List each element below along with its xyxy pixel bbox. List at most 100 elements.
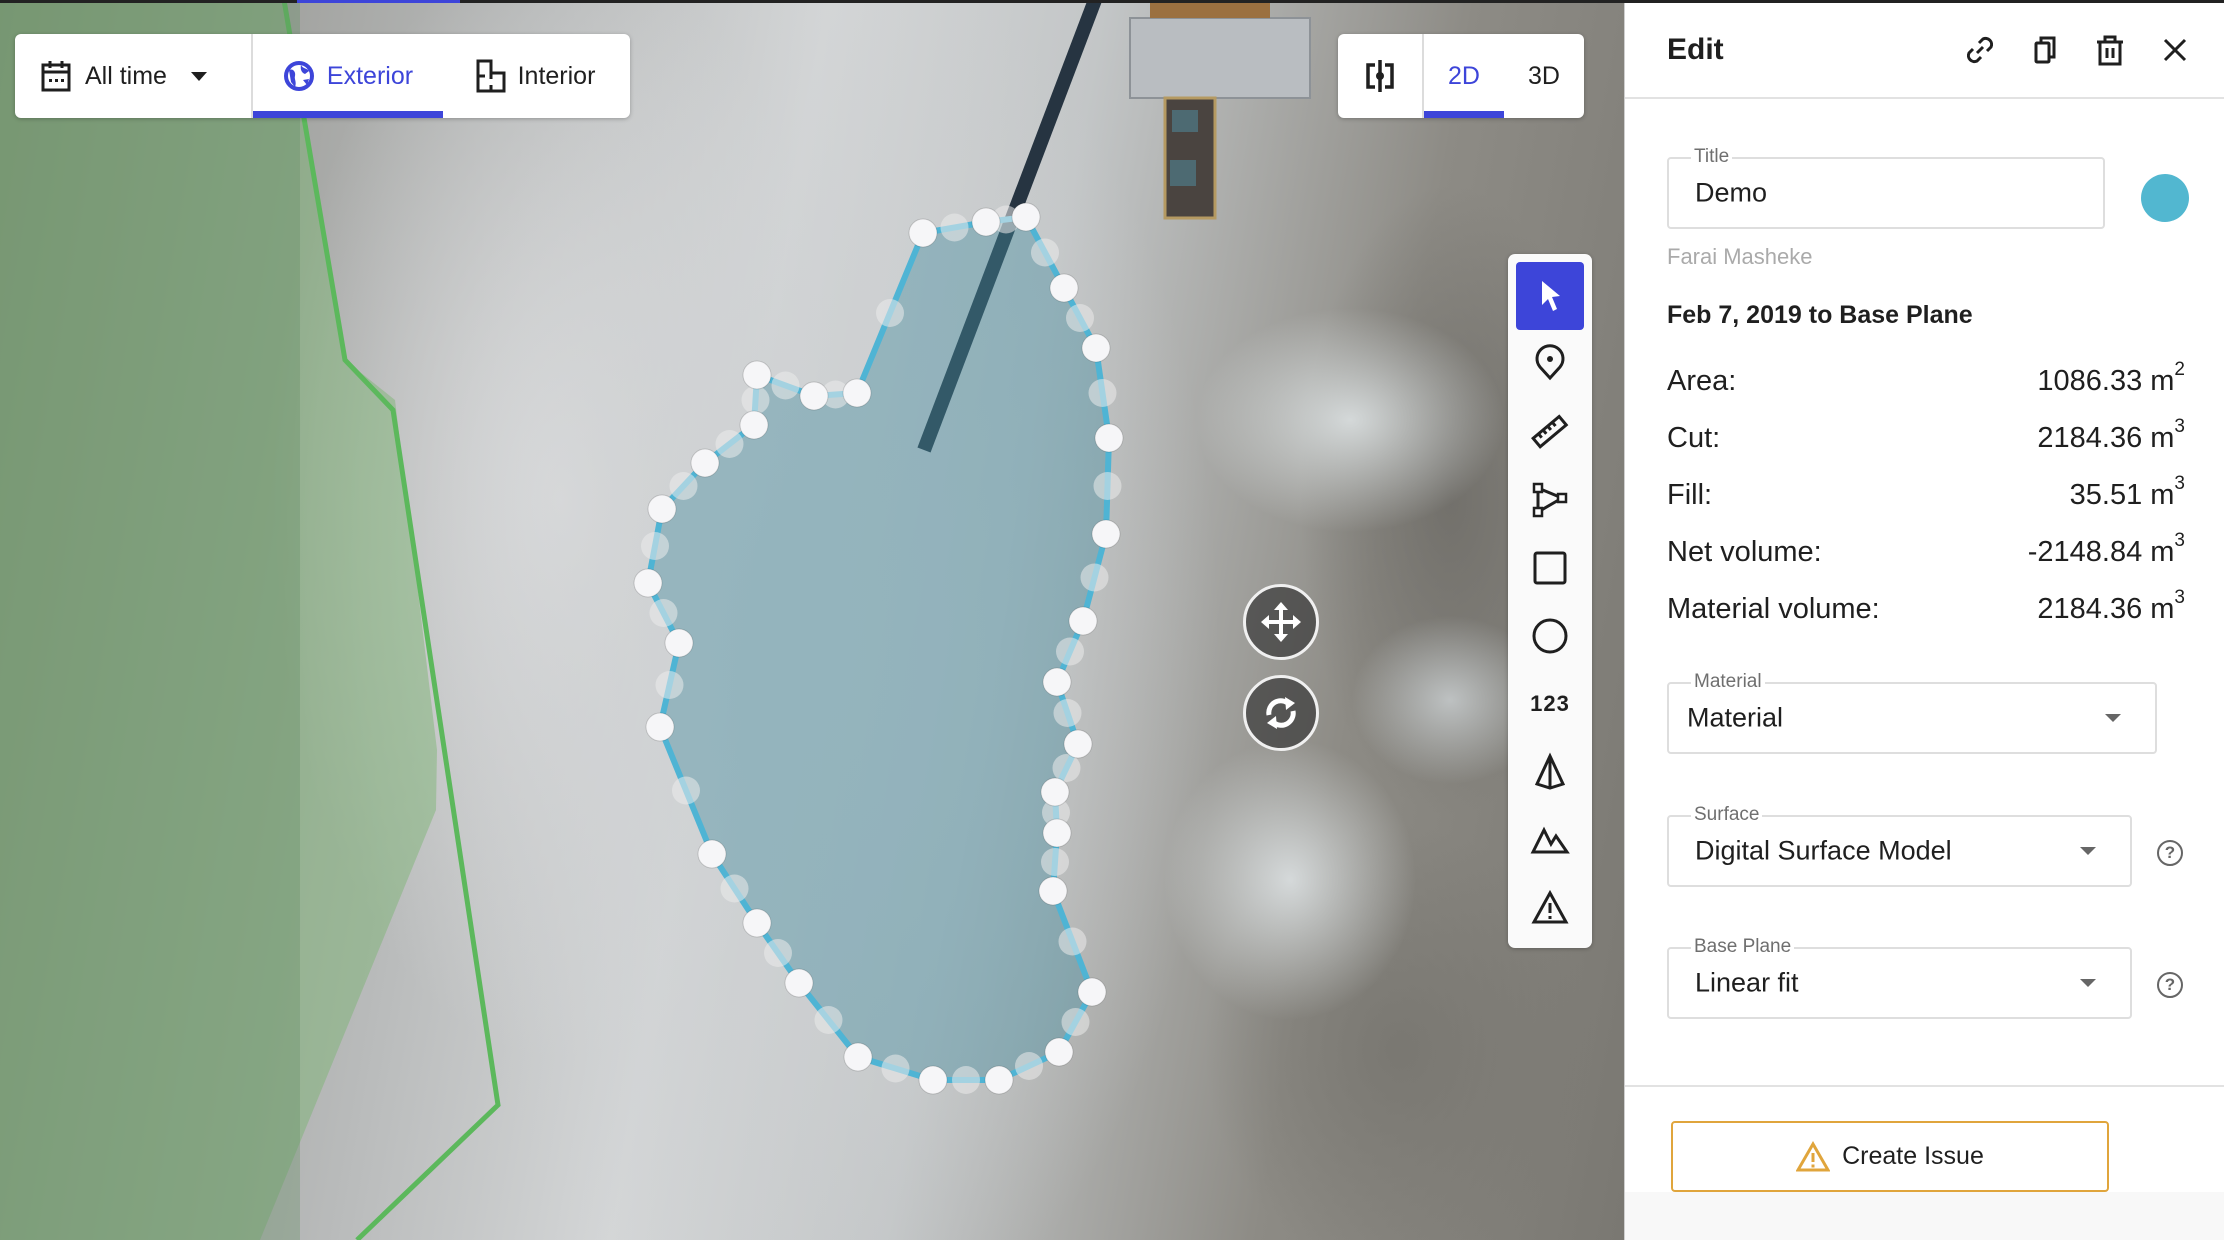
polygon-vertex-handle[interactable] (1042, 667, 1072, 697)
compare-split-button[interactable] (1338, 34, 1422, 118)
polygon-midpoint-handle[interactable] (1056, 637, 1084, 666)
surface-select[interactable]: Surface Digital Surface Model (1667, 804, 2132, 887)
polygon-midpoint-handle[interactable] (1058, 927, 1087, 956)
polygon-midpoint-handle[interactable] (771, 371, 800, 400)
polygon-vertex-handle[interactable] (697, 839, 727, 869)
tool-select[interactable] (1516, 262, 1584, 330)
color-picker[interactable] (2141, 174, 2189, 222)
surface-select-value: Digital Surface Model (1695, 835, 1952, 866)
polygon-midpoint-handle[interactable] (672, 776, 700, 805)
tool-count[interactable]: 123 (1516, 670, 1584, 738)
move-handle[interactable] (1243, 584, 1319, 660)
polygon-vertex-handle[interactable] (908, 218, 938, 248)
tool-elevation-profile[interactable] (1516, 806, 1584, 874)
tool-measure[interactable] (1516, 398, 1584, 466)
polygon-midpoint-handle[interactable] (1088, 379, 1117, 407)
polygon-midpoint-handle[interactable] (1080, 563, 1109, 592)
polygon-midpoint-handle[interactable] (1093, 472, 1122, 500)
polygon-midpoint-handle[interactable] (1061, 1008, 1090, 1036)
material-select[interactable]: Material Material (1667, 671, 2157, 754)
tool-issue[interactable] (1516, 874, 1584, 942)
polygon-midpoint-handle[interactable] (669, 472, 698, 500)
polygon-vertex-handle[interactable] (633, 568, 663, 598)
polygon-vertex-handle[interactable] (645, 712, 675, 742)
polygon-vertex-handle[interactable] (742, 908, 772, 938)
tool-marker[interactable] (1516, 330, 1584, 398)
polygon-midpoint-handle[interactable] (876, 299, 904, 327)
tab-interior-label: Interior (517, 61, 596, 90)
polygon-vertex-handle[interactable] (742, 360, 772, 390)
polygon-midpoint-handle[interactable] (715, 430, 744, 458)
footer-background (1625, 1192, 2224, 1240)
tool-polyline[interactable] (1516, 466, 1584, 534)
polygon-vertex-handle[interactable] (1038, 876, 1068, 906)
polygon-midpoint-handle[interactable] (741, 386, 770, 414)
polygon-midpoint-handle[interactable] (814, 1006, 843, 1034)
polygon-midpoint-handle[interactable] (655, 671, 684, 699)
base-plane-select[interactable]: Base Plane Linear fit (1667, 936, 2132, 1019)
edit-panel: Edit Title Demo Farai Masheke Feb 7, 201… (1624, 3, 2224, 1240)
selected-measurement-polygon[interactable] (633, 202, 1124, 1095)
time-filter-dropdown[interactable]: All time (15, 34, 251, 118)
duplicate-button[interactable] (2026, 31, 2064, 69)
polygon-vertex-handle[interactable] (1042, 818, 1072, 848)
polygon-vertex-handle[interactable] (1011, 202, 1041, 232)
polygon-midpoint-handle[interactable] (1041, 848, 1069, 876)
polygon-vertex-handle[interactable] (1068, 606, 1098, 636)
polygon-vertex-handle[interactable] (1049, 273, 1079, 303)
polygon-vertex-handle[interactable] (1044, 1037, 1074, 1067)
polygon-vertex-handle[interactable] (1094, 423, 1124, 453)
polygon-vertex-handle[interactable] (664, 628, 694, 658)
polygon-midpoint-handle[interactable] (1066, 304, 1094, 332)
map-viewport[interactable] (0, 0, 1624, 1240)
floorplan-icon (476, 59, 506, 93)
surface-help-icon[interactable]: ? (2157, 840, 2183, 866)
polygon-midpoint-handle[interactable] (1031, 238, 1059, 267)
polygon-vertex-handle[interactable] (984, 1065, 1014, 1095)
delete-button[interactable] (2091, 31, 2129, 69)
polygon-vertex-handle[interactable] (842, 378, 872, 408)
polygon-vertex-handle[interactable] (647, 494, 677, 524)
tab-interior[interactable]: Interior (443, 34, 628, 118)
copy-link-button[interactable] (1961, 31, 1999, 69)
base-plane-help-icon[interactable]: ? (2157, 972, 2183, 998)
globe-icon (283, 61, 314, 91)
polygon-vertex-handle[interactable] (739, 410, 769, 440)
polygon-vertex-handle[interactable] (1081, 333, 1111, 363)
polygon-vertex-handle[interactable] (971, 207, 1001, 237)
location-pin-icon (1535, 344, 1565, 381)
polygon-midpoint-handle[interactable] (649, 599, 678, 627)
tab-2d-label: 2D (1448, 61, 1480, 90)
title-field[interactable]: Title Demo (1667, 146, 2105, 229)
stat-value: 1086.33 m2 (2037, 359, 2185, 397)
polygon-midpoint-handle[interactable] (881, 1054, 910, 1083)
tool-circle[interactable] (1516, 602, 1584, 670)
tab-2d[interactable]: 2D (1424, 34, 1504, 118)
polygon-vertex-handle[interactable] (1091, 519, 1121, 549)
polygon-midpoint-handle[interactable] (952, 1066, 980, 1094)
polygon-vertex-handle[interactable] (690, 448, 720, 478)
close-button[interactable] (2156, 31, 2194, 69)
polygon-vertex-handle[interactable] (784, 968, 814, 998)
tool-volume[interactable] (1516, 738, 1584, 806)
polygon-midpoint-handle[interactable] (764, 939, 792, 967)
polygon-vertex-handle[interactable] (1063, 729, 1093, 759)
create-issue-button[interactable]: Create Issue (1671, 1121, 2109, 1192)
polygon-vertex-handle[interactable] (1077, 977, 1107, 1007)
polygon-vertex-handle[interactable] (918, 1065, 948, 1095)
tab-exterior[interactable]: Exterior (253, 34, 443, 118)
warning-icon (1531, 889, 1569, 924)
polygon-shape[interactable] (644, 213, 1113, 1083)
tab-3d[interactable]: 3D (1504, 34, 1584, 118)
polygon-midpoint-handle[interactable] (641, 532, 669, 560)
polygon-midpoint-handle[interactable] (940, 213, 969, 242)
rotate-handle[interactable] (1243, 675, 1319, 751)
tool-rectangle[interactable] (1516, 534, 1584, 602)
polygon-midpoint-handle[interactable] (720, 874, 749, 903)
polygon-midpoint-handle[interactable] (1015, 1052, 1043, 1080)
polygon-midpoint-handle[interactable] (1053, 699, 1082, 727)
material-select-label: Material (1691, 671, 1765, 693)
polygon-vertex-handle[interactable] (1040, 777, 1070, 807)
polygon-vertex-handle[interactable] (843, 1042, 873, 1072)
polygon-vertex-handle[interactable] (799, 381, 829, 411)
